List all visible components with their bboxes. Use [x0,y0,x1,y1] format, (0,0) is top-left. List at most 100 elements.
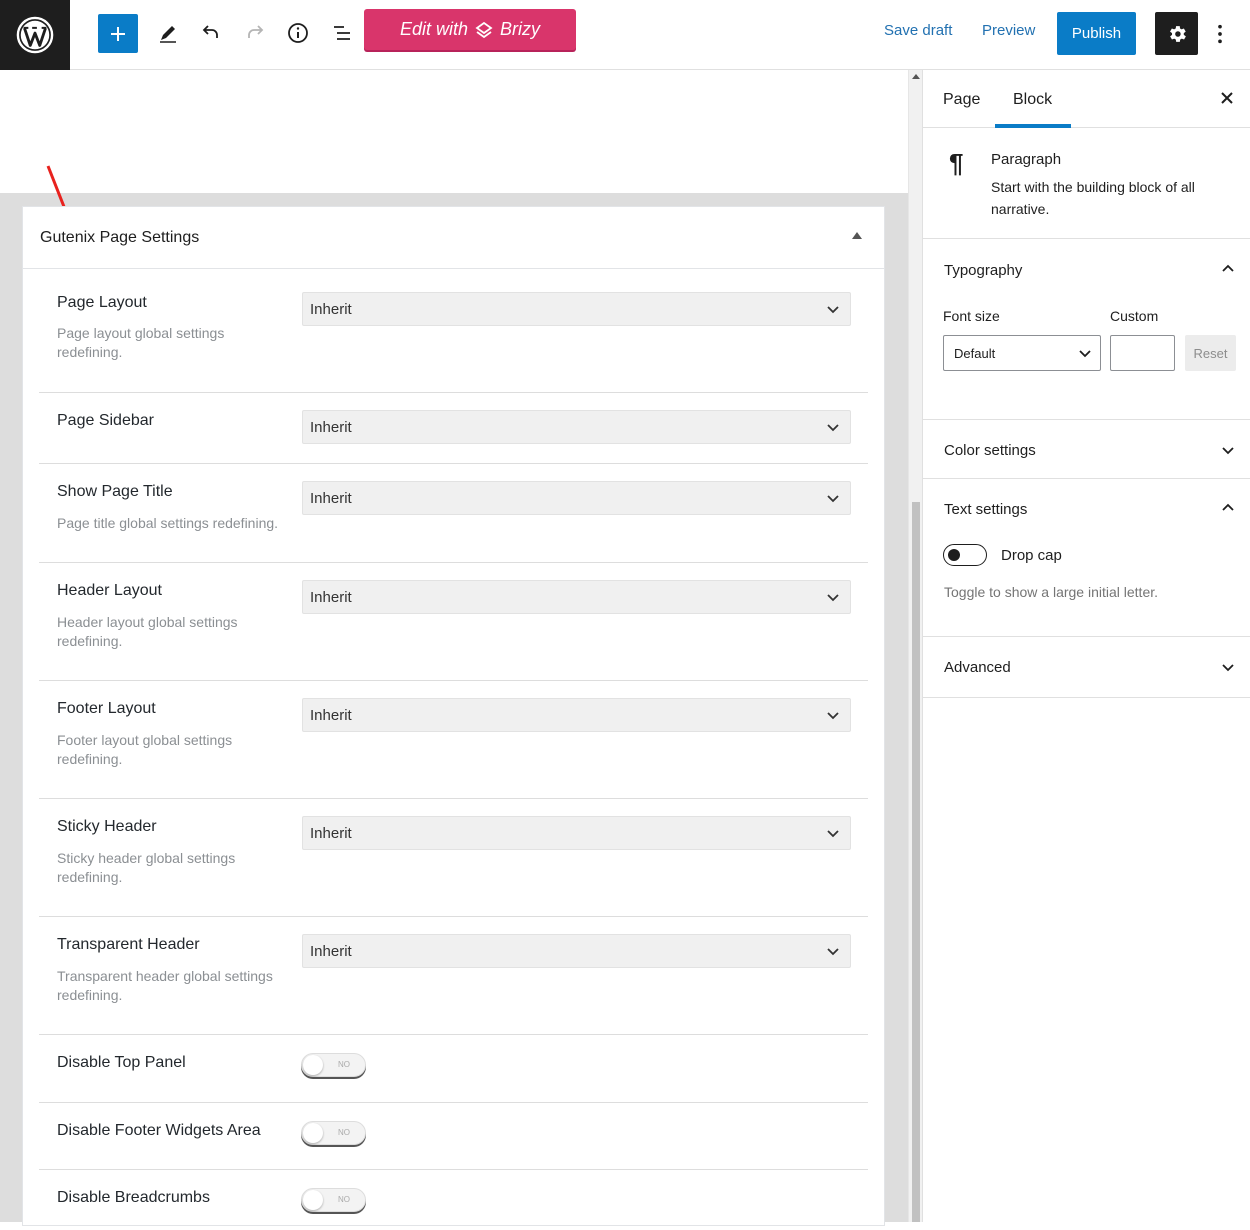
select-value: Inherit [310,942,352,960]
setting-description: Sticky header global settings redefining… [57,850,236,885]
typography-title[interactable]: Typography [944,262,1022,279]
outline-button[interactable] [322,13,362,53]
setting-description: Footer layout global settings redefining… [57,732,233,767]
reset-button[interactable]: Reset [1185,335,1236,371]
redo-button[interactable] [235,13,275,53]
sticky-header-select[interactable]: Inherit [302,816,851,850]
color-settings-panel[interactable]: Color settings [923,420,1250,479]
drop-cap-toggle[interactable] [943,544,987,566]
toggle-state: NO [338,1060,350,1069]
transparent-header-select[interactable]: Inherit [302,934,851,968]
text-settings-panel: Text settings Drop cap Toggle to show a … [923,479,1250,637]
publish-button[interactable]: Publish [1057,12,1136,55]
settings-button[interactable] [1155,12,1198,55]
setting-description: Header layout global settings redefining… [57,614,238,649]
setting-title: Page Layout [57,294,147,311]
save-draft-button[interactable]: Save draft [884,22,952,39]
font-size-select[interactable]: Default [943,335,1101,371]
edit-with-brizy-button[interactable]: Edit with Brizy [364,9,576,50]
chevron-down-icon [827,594,839,602]
panel-title: Gutenix Page Settings [40,228,200,246]
toggle-state: NO [338,1128,350,1137]
chevron-down-icon[interactable] [1221,661,1235,675]
undo-button[interactable] [191,13,231,53]
tools-button[interactable] [148,13,188,53]
setting-title: Footer Layout [57,700,156,717]
setting-description: Transparent header global settings redef… [57,968,273,1003]
block-card: ¶ Paragraph Start with the building bloc… [923,128,1250,239]
gutenix-settings-panel: Gutenix Page Settings Page Layout Page l… [22,206,885,1226]
show-page-title-select[interactable]: Inherit [302,481,851,515]
preview-button[interactable]: Preview [982,22,1035,39]
color-settings-title[interactable]: Color settings [944,442,1036,459]
setting-row-disable-footer-widgets: Disable Footer Widgets Area NO [39,1103,868,1170]
chevron-up-icon[interactable] [1221,501,1235,515]
chevron-down-icon [827,712,839,720]
select-value: Inherit [310,300,352,318]
setting-row-transparent-header: Transparent Header Transparent header gl… [39,917,868,1035]
close-icon[interactable] [1219,90,1235,106]
details-button[interactable] [278,13,318,53]
brizy-logo-icon [475,21,493,38]
setting-title: Transparent Header [57,936,200,953]
page-sidebar-select[interactable]: Inherit [302,410,851,444]
font-size-label: Font size [943,308,1000,324]
wordpress-logo-icon[interactable] [0,0,70,70]
setting-row-disable-breadcrumbs: Disable Breadcrumbs NO [39,1170,868,1230]
setting-title: Header Layout [57,582,162,599]
disable-top-panel-toggle[interactable]: NO [301,1053,366,1077]
tab-block[interactable]: Block [1013,91,1052,109]
redo-icon [248,25,264,38]
select-value: Inherit [310,824,352,842]
chevron-down-icon [827,424,839,432]
advanced-title[interactable]: Advanced [944,659,1011,676]
setting-title: Disable Breadcrumbs [57,1189,210,1206]
setting-row-footer-layout: Footer Layout Footer layout global setti… [39,681,868,799]
tab-page[interactable]: Page [943,91,980,109]
toggle-knob [303,1123,323,1143]
chevron-up-icon[interactable] [1221,262,1235,276]
drop-cap-help: Toggle to show a large initial letter. [944,584,1159,600]
info-icon [288,23,308,43]
editor-scrollbar[interactable] [908,70,922,1222]
gear-icon [1169,25,1186,42]
select-value: Inherit [310,588,352,606]
chevron-down-icon [827,306,839,314]
scroll-thumb[interactable] [912,502,920,1222]
brizy-label: Edit with [399,19,469,39]
setting-row-disable-top-panel: Disable Top Panel NO [39,1035,868,1103]
sidebar-tabs: Page Block [923,70,1250,128]
disable-footer-widgets-toggle[interactable]: NO [301,1121,366,1145]
select-value: Inherit [310,489,352,507]
block-description: Start with the building block of all nar… [991,179,1195,217]
text-settings-title[interactable]: Text settings [944,501,1027,518]
disable-breadcrumbs-toggle[interactable]: NO [301,1188,366,1212]
setting-title: Disable Footer Widgets Area [57,1122,261,1139]
setting-description: Page layout global settings redefining. [57,325,225,360]
chevron-down-icon [827,495,839,503]
paragraph-icon: ¶ [949,148,964,178]
more-options-button[interactable] [1208,20,1232,48]
drop-cap-label[interactable]: Drop cap [1001,547,1062,564]
toggle-knob [948,549,960,561]
select-value: Inherit [310,418,352,436]
add-block-button[interactable] [98,14,138,53]
setting-title: Page Sidebar [57,412,154,429]
collapse-caret-icon[interactable] [852,232,862,239]
list-view-icon [334,26,350,40]
setting-row-page-layout: Page Layout Page layout global settings … [39,269,868,393]
pencil-icon [160,26,176,43]
toggle-knob [303,1190,323,1210]
chevron-down-icon[interactable] [1221,444,1235,458]
advanced-panel[interactable]: Advanced [923,637,1250,698]
footer-layout-select[interactable]: Inherit [302,698,851,732]
scroll-up-arrow-icon[interactable] [912,74,920,79]
page-layout-select[interactable]: Inherit [302,292,851,326]
panel-header[interactable]: Gutenix Page Settings [23,207,884,269]
header-layout-select[interactable]: Inherit [302,580,851,614]
setting-row-page-sidebar: Page Sidebar Inherit [39,393,868,464]
font-size-value: Default [954,345,996,361]
setting-description: Page title global settings redefining. [57,515,279,531]
custom-font-size-input[interactable] [1110,335,1175,371]
setting-row-sticky-header: Sticky Header Sticky header global setti… [39,799,868,917]
